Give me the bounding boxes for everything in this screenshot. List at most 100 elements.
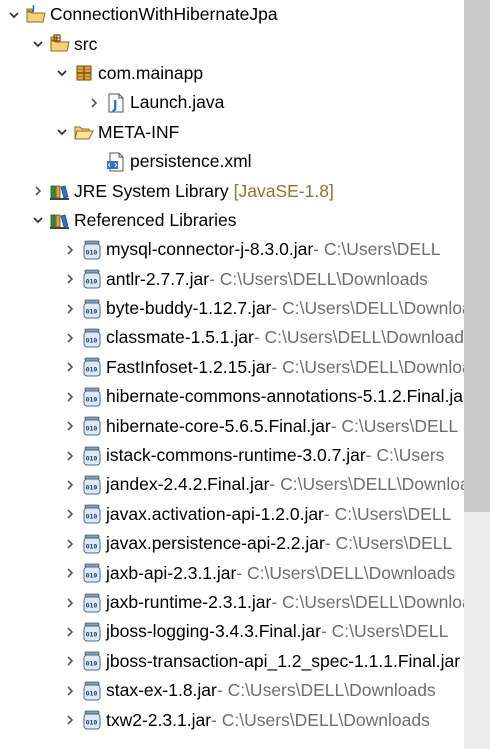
jar-name-label: hibernate-core-5.6.5.Final.jar	[106, 415, 331, 436]
tree-item-package[interactable]: com.mainapp	[0, 59, 464, 88]
tree-item-launch-java[interactable]: J Launch.java	[0, 88, 464, 117]
chevron-right-icon[interactable]	[86, 95, 102, 111]
svg-text:010: 010	[86, 513, 98, 521]
project-name-label: ConnectionWithHibernateJpa	[50, 4, 278, 25]
tree-item-jar-0[interactable]: 010 mysql-connector-j-8.3.0.jar - C:\Use…	[0, 235, 464, 264]
jar-path-decoration: - C:\Users\DELL\Downloads	[236, 562, 456, 583]
tree-item-meta-inf[interactable]: META-INF	[0, 118, 464, 147]
svg-text:J: J	[31, 5, 35, 13]
svg-text:010: 010	[86, 337, 98, 345]
chevron-right-icon[interactable]	[62, 683, 78, 699]
jre-library-label: JRE System Library	[74, 180, 229, 201]
jar-path-decoration: - C:\Users\DELL	[313, 239, 441, 260]
tree-item-jar-10[interactable]: 010 javax.persistence-api-2.2.jar - C:\U…	[0, 529, 464, 558]
jar-path-decoration: - C:\Users\DELL\Downloads	[271, 592, 464, 612]
tree-item-jar-5[interactable]: 010 hibernate-commons-annotations-5.1.2.…	[0, 382, 464, 411]
source-folder-icon	[50, 34, 70, 54]
vertical-scrollbar[interactable]	[464, 0, 490, 749]
svg-text:010: 010	[86, 542, 98, 550]
jar-name-label: jboss-logging-3.4.3.Final.jar	[106, 621, 321, 642]
jar-name-label: classmate-1.5.1.jar	[106, 327, 254, 348]
tree-item-jar-3[interactable]: 010 classmate-1.5.1.jar - C:\Users\DELL\…	[0, 323, 464, 352]
jar-path-decoration: - C:\Users\DELL\Downloads	[253, 327, 464, 348]
svg-text:010: 010	[86, 307, 98, 315]
jar-name-label: javax.persistence-api-2.2.jar	[106, 533, 325, 554]
chevron-right-icon[interactable]	[62, 712, 78, 728]
jar-icon: 010	[82, 416, 102, 436]
svg-text:010: 010	[86, 454, 98, 462]
library-icon	[50, 210, 70, 230]
jar-icon: 010	[82, 357, 102, 377]
chevron-down-icon[interactable]	[6, 7, 22, 23]
svg-text:010: 010	[86, 719, 98, 727]
chevron-right-icon[interactable]	[62, 359, 78, 375]
tree-item-referenced-libraries[interactable]: Referenced Libraries	[0, 206, 464, 235]
chevron-down-icon[interactable]	[54, 124, 70, 140]
jar-path-decoration: - C:\Users\DELL	[330, 415, 459, 436]
chevron-down-icon[interactable]	[30, 36, 46, 52]
tree-item-jar-12[interactable]: 010 jaxb-runtime-2.3.1.jar - C:\Users\DE…	[0, 588, 464, 617]
java-project-folder-icon: J	[26, 5, 46, 25]
tree-item-jar-7[interactable]: 010 istack-commons-runtime-3.0.7.jar - C…	[0, 441, 464, 470]
tree-item-jar-13[interactable]: 010 jboss-logging-3.4.3.Final.jar - C:\U…	[0, 617, 464, 646]
svg-text:010: 010	[86, 366, 98, 374]
chevron-right-icon[interactable]	[62, 477, 78, 493]
tree-item-jar-11[interactable]: 010 jaxb-api-2.3.1.jar - C:\Users\DELL\D…	[0, 558, 464, 587]
chevron-right-icon[interactable]	[62, 653, 78, 669]
tree-item-jar-9[interactable]: 010 javax.activation-api-1.2.0.jar - C:\…	[0, 500, 464, 529]
tree-item-persistence-xml[interactable]: persistence.xml	[0, 147, 464, 176]
tree-item-jar-14[interactable]: 010 jboss-transaction-api_1.2_spec-1.1.1…	[0, 647, 464, 676]
tree-item-jar-4[interactable]: 010 FastInfoset-1.2.15.jar - C:\Users\DE…	[0, 353, 464, 382]
jar-path-decoration: - C:\Users\DELL\Downloads	[269, 474, 464, 495]
jar-path-decoration: - C:\Users\DELL\Downloads	[211, 709, 430, 730]
jar-name-label: FastInfoset-1.2.15.jar	[106, 356, 272, 377]
src-folder-label: src	[74, 33, 98, 54]
chevron-right-icon[interactable]	[62, 565, 78, 581]
tree-item-jar-8[interactable]: 010 jandex-2.4.2.Final.jar - C:\Users\DE…	[0, 470, 464, 499]
jar-icon: 010	[82, 593, 102, 613]
jar-icon: 010	[82, 475, 102, 495]
jar-name-label: jboss-transaction-api_1.2_spec-1.1.1.Fin…	[106, 650, 461, 671]
chevron-right-icon[interactable]	[62, 389, 78, 405]
tree-item-jre-system-library[interactable]: JRE System Library [JavaSE-1.8]	[0, 176, 464, 205]
tree-item-src[interactable]: src	[0, 29, 464, 58]
chevron-right-icon[interactable]	[62, 271, 78, 287]
jar-name-label: stax-ex-1.8.jar	[106, 680, 217, 701]
jar-icon: 010	[82, 651, 102, 671]
chevron-down-icon[interactable]	[54, 65, 70, 81]
launch-java-label: Launch.java	[130, 92, 225, 113]
chevron-right-icon[interactable]	[30, 183, 46, 199]
tree-item-jar-16[interactable]: 010 txw2-2.3.1.jar - C:\Users\DELL\Downl…	[0, 705, 464, 734]
java-file-icon: J	[106, 93, 126, 113]
chevron-right-icon[interactable]	[62, 242, 78, 258]
tree-item-jar-15[interactable]: 010 stax-ex-1.8.jar - C:\Users\DELL\Down…	[0, 676, 464, 705]
jar-icon: 010	[82, 299, 102, 319]
jar-name-label: txw2-2.3.1.jar	[106, 709, 212, 730]
chevron-right-icon[interactable]	[62, 448, 78, 464]
chevron-right-icon[interactable]	[62, 624, 78, 640]
jar-path-decoration: - C:\Users\DELL	[320, 621, 449, 642]
tree-item-project[interactable]: J ConnectionWithHibernateJpa	[0, 0, 464, 29]
chevron-down-icon[interactable]	[30, 212, 46, 228]
jar-path-decoration: - C:\Users\DELL	[323, 503, 452, 524]
jar-name-label: istack-commons-runtime-3.0.7.jar	[106, 445, 366, 466]
tree-item-jar-2[interactable]: 010 byte-buddy-1.12.7.jar - C:\Users\DEL…	[0, 294, 464, 323]
tree-item-jar-6[interactable]: 010 hibernate-core-5.6.5.Final.jar - C:\…	[0, 411, 464, 440]
jar-icon: 010	[82, 446, 102, 466]
scrollbar-thumb[interactable]	[464, 0, 490, 512]
jar-name-label: byte-buddy-1.12.7.jar	[106, 298, 272, 319]
chevron-right-icon[interactable]	[62, 506, 78, 522]
chevron-right-icon[interactable]	[62, 301, 78, 317]
jar-name-label: hibernate-commons-annotations-5.1.2.Fina…	[106, 386, 464, 407]
package-icon	[74, 63, 94, 83]
jar-name-label: mysql-connector-j-8.3.0.jar	[106, 239, 314, 260]
jar-name-label: javax.activation-api-1.2.0.jar	[106, 503, 324, 524]
chevron-right-icon[interactable]	[62, 536, 78, 552]
jar-icon: 010	[82, 622, 102, 642]
svg-text:010: 010	[86, 689, 98, 697]
chevron-right-icon[interactable]	[62, 418, 78, 434]
chevron-right-icon[interactable]	[62, 595, 78, 611]
chevron-right-icon[interactable]	[62, 330, 78, 346]
jar-path-decoration: - C:\Users\DELL\Downloads	[271, 298, 464, 319]
tree-item-jar-1[interactable]: 010 antlr-2.7.7.jar - C:\Users\DELL\Down…	[0, 265, 464, 294]
